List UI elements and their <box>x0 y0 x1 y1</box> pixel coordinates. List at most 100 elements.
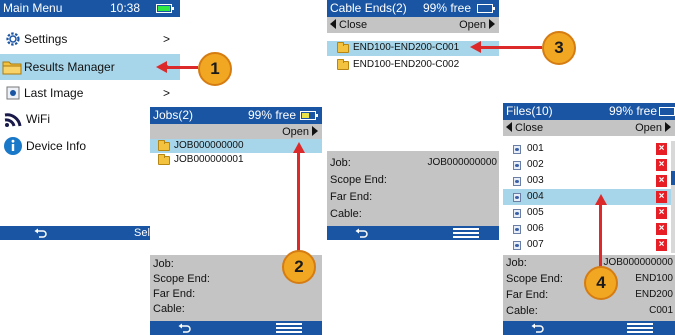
screen-title: Files(10) <box>506 104 553 118</box>
job-name: JOB000000001 <box>174 154 244 165</box>
job-value: JOB000000000 <box>427 157 497 168</box>
nav-bar: Open <box>150 124 322 140</box>
folder-icon <box>2 61 22 75</box>
title-bar: Main Menu 10:38 <box>0 0 180 17</box>
list-item-file[interactable]: 007 × <box>503 237 671 253</box>
list-item-file[interactable]: 004 × <box>503 189 671 205</box>
delete-icon[interactable]: × <box>656 159 667 171</box>
cable-end-name: END100-END200-C002 <box>353 59 460 70</box>
file-name: 004 <box>527 191 544 202</box>
job-label: Job: <box>153 258 174 270</box>
callout-arrow-line <box>166 66 198 69</box>
list-item-file[interactable]: 002 × <box>503 157 671 173</box>
cable-label: Cable: <box>330 208 362 220</box>
file-icon <box>513 241 521 250</box>
delete-icon[interactable]: × <box>656 207 667 219</box>
callout-arrowhead-up <box>595 194 607 205</box>
cable-label: Cable: <box>153 303 185 315</box>
chevron-right-icon: > <box>162 32 170 46</box>
title-bar: Jobs(2) 99% free <box>150 107 322 124</box>
menu-item-label: Results Manager <box>24 60 115 74</box>
job-name: JOB000000000 <box>174 140 244 151</box>
far-end-label: Far End: <box>506 289 549 301</box>
close-button[interactable]: Close <box>330 17 367 33</box>
cable-ends-screen: Cable Ends(2) 99% free Close Open END100… <box>327 0 499 240</box>
scrollbar-thumb[interactable] <box>671 171 675 185</box>
back-arrow-icon[interactable] <box>178 323 192 333</box>
screen-title: Main Menu <box>3 1 63 15</box>
delete-icon[interactable]: × <box>656 223 667 235</box>
file-icon <box>513 209 521 218</box>
menu-icon[interactable] <box>453 228 479 238</box>
menu-item-settings[interactable]: Settings > <box>0 26 180 52</box>
file-list: 001 × 002 × 003 × 004 × 005 × 006 × 007 × <box>503 141 671 253</box>
battery-icon <box>300 111 318 120</box>
scope-end-label: Scope End: <box>506 273 563 285</box>
far-end-value: END200 <box>635 289 673 300</box>
back-arrow-icon[interactable] <box>355 228 369 238</box>
menu-icon[interactable] <box>276 323 302 333</box>
callout-badge-4: 4 <box>584 266 618 300</box>
open-button[interactable]: Open <box>282 124 318 140</box>
triangle-right-icon <box>312 126 318 136</box>
list-item-file[interactable]: 003 × <box>503 173 671 189</box>
file-name: 005 <box>527 207 544 218</box>
back-arrow-icon[interactable] <box>34 228 48 238</box>
back-arrow-icon[interactable] <box>531 323 545 333</box>
file-name: 003 <box>527 175 544 186</box>
menu-item-label: WiFi <box>26 112 50 126</box>
menu-icon[interactable] <box>627 323 653 333</box>
menu-item-results-manager[interactable]: Results Manager > <box>0 54 180 80</box>
list-item-cable-end[interactable]: END100-END200-C002 <box>327 58 499 72</box>
battery-icon <box>156 4 174 13</box>
select-button[interactable]: Sel <box>134 226 150 240</box>
file-icon <box>513 177 521 186</box>
clock: 10:38 <box>109 1 140 15</box>
delete-icon[interactable]: × <box>656 239 667 251</box>
menu-item-label: Device Info <box>26 139 87 153</box>
gear-icon <box>6 32 20 46</box>
menu-item-last-image[interactable]: Last Image > <box>0 80 180 106</box>
info-icon <box>4 137 22 155</box>
storage-status: 99% free <box>247 108 296 122</box>
list-item-file[interactable]: 001 × <box>503 141 671 157</box>
wifi-icon <box>4 113 22 127</box>
file-icon <box>513 161 521 170</box>
triangle-left-icon <box>506 122 512 132</box>
battery-icon <box>477 4 495 13</box>
storage-status: 99% free <box>422 1 471 15</box>
open-button[interactable]: Open <box>635 120 671 136</box>
job-value: JOB000000000 <box>603 257 673 268</box>
bottom-bar <box>327 226 499 240</box>
file-name: 007 <box>527 239 544 250</box>
scope-end-label: Scope End: <box>153 273 210 285</box>
list-item-file[interactable]: 006 × <box>503 221 671 237</box>
screen-title: Jobs(2) <box>153 108 194 122</box>
open-button[interactable]: Open <box>459 17 495 33</box>
file-name: 006 <box>527 223 544 234</box>
storage-status: 99% free <box>608 104 657 118</box>
delete-icon[interactable]: × <box>656 191 667 203</box>
scrollbar[interactable] <box>671 141 675 253</box>
triangle-left-icon <box>330 19 336 29</box>
folder-icon <box>158 154 170 165</box>
close-button[interactable]: Close <box>506 120 543 136</box>
triangle-right-icon <box>489 19 495 29</box>
callout-arrow-line <box>599 204 602 268</box>
callout-arrowhead-up <box>293 142 305 153</box>
triangle-right-icon <box>665 122 671 132</box>
menu-item-label: Settings <box>24 32 68 46</box>
folder-icon <box>158 140 170 151</box>
callout-badge-1: 1 <box>198 52 232 86</box>
callout-arrowhead-left <box>156 61 167 73</box>
list-item-file[interactable]: 005 × <box>503 205 671 221</box>
job-label: Job: <box>506 257 527 269</box>
far-end-label: Far End: <box>153 288 196 300</box>
bottom-bar <box>150 321 322 335</box>
callout-arrow-line <box>480 46 542 49</box>
files-screen: Files(10) 99% free Close Open 001 × 002 × 00… <box>503 103 675 335</box>
delete-icon[interactable]: × <box>656 175 667 187</box>
bottom-bar <box>503 321 675 335</box>
delete-icon[interactable]: × <box>656 143 667 155</box>
callout-arrow-line <box>297 152 300 252</box>
